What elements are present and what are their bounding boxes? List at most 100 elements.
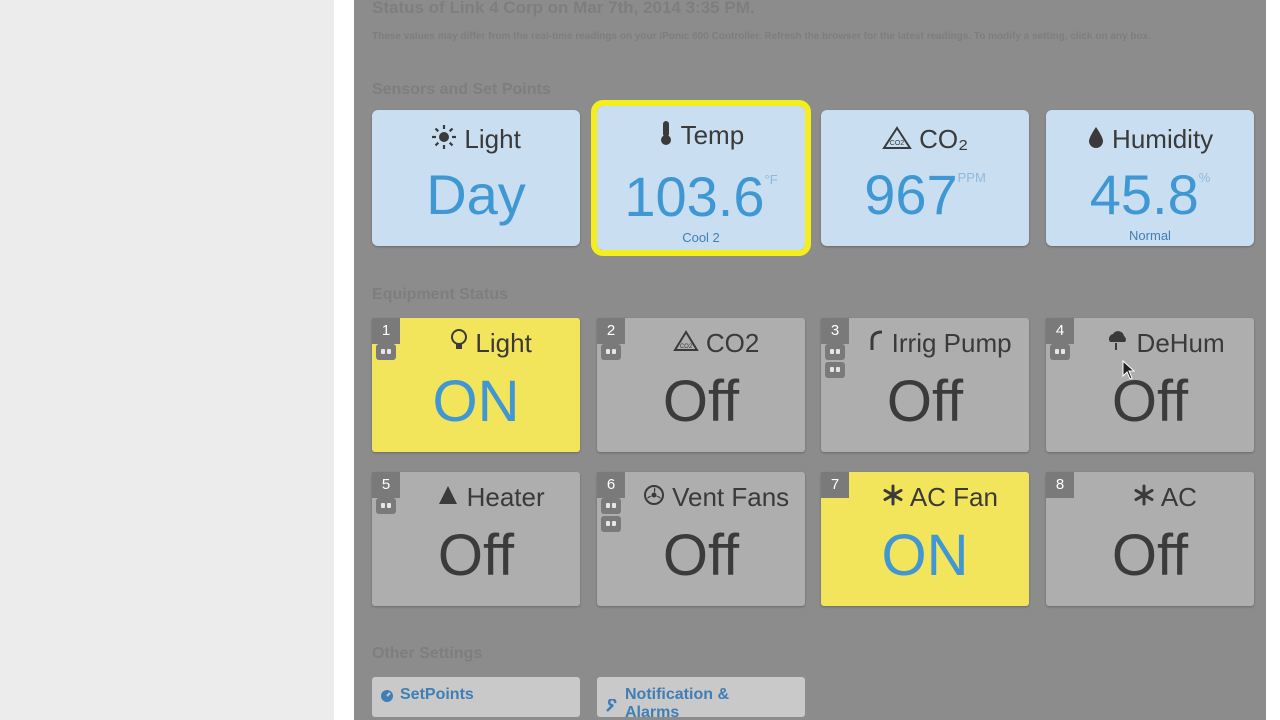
sensor-label: Light — [464, 124, 521, 154]
droplet-icon — [1088, 127, 1103, 148]
sensor-label: Temp — [680, 120, 745, 150]
outlet-icons — [601, 344, 621, 362]
status-panel: Status of Link 4 Corp on Mar 7th, 2014 3… — [354, 0, 1266, 720]
outlet-number: 3 — [821, 318, 849, 344]
equipment-name: AC — [1160, 482, 1197, 512]
outlet-icon — [825, 344, 845, 360]
equipment-name-row: AC — [1076, 482, 1254, 513]
snowflake-icon — [1134, 484, 1154, 506]
svg-text:CO2: CO2 — [679, 344, 692, 350]
equipment-state: Off — [1111, 369, 1189, 434]
equipment-tile-ac[interactable]: 8 AC Off — [1046, 472, 1254, 606]
outlet-icon — [1050, 344, 1070, 360]
equipment-name: CO2 — [705, 328, 760, 358]
equipment-state: Off — [437, 523, 515, 588]
thermometer-icon — [660, 121, 671, 145]
flame-icon — [439, 486, 458, 504]
equipment-name: AC Fan — [909, 482, 998, 512]
status-title: Status of Link 4 Corp on Mar 7th, 2014 3… — [372, 0, 755, 17]
outlet-icon — [376, 498, 396, 514]
fan-icon — [643, 485, 664, 505]
sensor-label-row: Light — [372, 124, 580, 155]
sensor-value-text: 967 — [864, 163, 958, 226]
equipment-name: Heater — [466, 482, 545, 512]
status-note: These values may differ from the real-ti… — [372, 31, 1151, 42]
sensor-subtext: Normal — [1129, 228, 1171, 243]
outlet-number: 7 — [821, 472, 849, 498]
notification-alarms-button[interactable]: Notification & Alarms — [597, 677, 805, 720]
outlet-icons — [376, 344, 396, 362]
sun-icon — [432, 125, 457, 149]
equipment-tile-dehum[interactable]: 4 DeHum Off — [1046, 318, 1254, 452]
outlet-number: 8 — [1046, 472, 1074, 498]
equipment-name-row: Vent Fans — [627, 482, 805, 513]
notification-alarms-label: Notification & Alarms — [625, 686, 729, 720]
wrench-icon — [606, 699, 617, 712]
outlet-number: 1 — [372, 318, 400, 344]
equipment-state: ON — [881, 523, 969, 588]
section-heading-equipment: Equipment Status — [372, 286, 509, 303]
sensor-value: Day — [372, 162, 580, 227]
equipment-name-row: CO2 CO2 — [627, 328, 805, 359]
sensor-value-text: Day — [426, 163, 526, 226]
outlet-icon — [376, 344, 396, 360]
equipment-tile-co2[interactable]: 2 CO2 CO2 Off — [597, 318, 805, 452]
sensor-label-row: Humidity — [1046, 124, 1254, 155]
outlet-icon — [601, 498, 621, 514]
sensor-tile-temp[interactable]: Temp 103.6°F Cool 2 — [591, 100, 811, 256]
section-heading-sensors: Sensors and Set Points — [372, 81, 551, 98]
equipment-name: Light — [475, 328, 532, 358]
equipment-name-row: Irrig Pump — [851, 328, 1029, 359]
sensor-tile-humidity[interactable]: Humidity 45.8% Normal — [1046, 110, 1254, 246]
sensor-unit: % — [1198, 170, 1211, 185]
equipment-tile-vent-fans[interactable]: 6 Vent Fans Off — [597, 472, 805, 606]
snowflake-icon — [883, 484, 903, 506]
right-scroll-gutter — [1266, 0, 1280, 720]
page-gutter — [334, 0, 354, 720]
section-heading-other: Other Settings — [372, 645, 483, 662]
sensor-value-text: 103.6 — [624, 165, 765, 228]
outlet-number: 4 — [1046, 318, 1074, 344]
co2-icon: CO2 — [672, 330, 699, 351]
equipment-state: Off — [1111, 523, 1189, 588]
equipment-state: Off — [886, 369, 964, 434]
mouse-cursor-icon — [1122, 360, 1136, 380]
sensor-tile-light[interactable]: Light Day — [372, 110, 580, 246]
equipment-state: ON — [432, 369, 520, 434]
setpoints-button[interactable]: SetPoints — [372, 677, 580, 717]
outlet-number: 5 — [372, 472, 400, 498]
equipment-name-row: DeHum — [1076, 328, 1254, 359]
equipment-tile-light[interactable]: 1 Light ON — [372, 318, 580, 452]
sensor-unit: PPM — [957, 170, 986, 185]
sensor-value-text: 45.8 — [1089, 163, 1199, 226]
left-sidebar — [0, 0, 334, 720]
equipment-state: Off — [662, 369, 740, 434]
equipment-name-row: AC Fan — [851, 482, 1029, 513]
equipment-name: DeHum — [1136, 328, 1225, 358]
outlet-number: 2 — [597, 318, 625, 344]
equipment-tile-heater[interactable]: 5 Heater Off — [372, 472, 580, 606]
sensor-unit: °F — [764, 172, 778, 187]
equipment-name: Vent Fans — [672, 482, 790, 512]
outlet-icons — [1050, 344, 1070, 362]
sensor-subtext: Cool 2 — [682, 230, 720, 245]
outlet-icon — [601, 344, 621, 360]
outlet-number: 6 — [597, 472, 625, 498]
setpoints-label: SetPoints — [400, 686, 474, 703]
sensor-label-row: CO2 CO₂ — [821, 124, 1029, 155]
equipment-name-row: Light — [402, 328, 580, 359]
equipment-name: Irrig Pump — [891, 328, 1012, 358]
sensor-label: Humidity — [1112, 124, 1214, 154]
sensor-tile-co2[interactable]: CO2 CO₂ 967PPM — [821, 110, 1029, 246]
sensor-label: CO₂ — [919, 124, 969, 154]
sensor-value: 103.6°F — [597, 164, 805, 229]
sensor-value: 45.8% — [1046, 162, 1254, 227]
co2-icon: CO2 — [881, 126, 912, 149]
pump-icon — [870, 330, 883, 350]
equipment-tile-irrig-pump[interactable]: 3 Irrig Pump Off — [821, 318, 1029, 452]
equipment-tile-ac-fan[interactable]: 7 AC Fan ON — [821, 472, 1029, 606]
gauge-icon — [381, 690, 393, 702]
outlet-icons — [376, 498, 396, 516]
bulb-icon — [451, 329, 468, 349]
equipment-state: Off — [662, 523, 740, 588]
